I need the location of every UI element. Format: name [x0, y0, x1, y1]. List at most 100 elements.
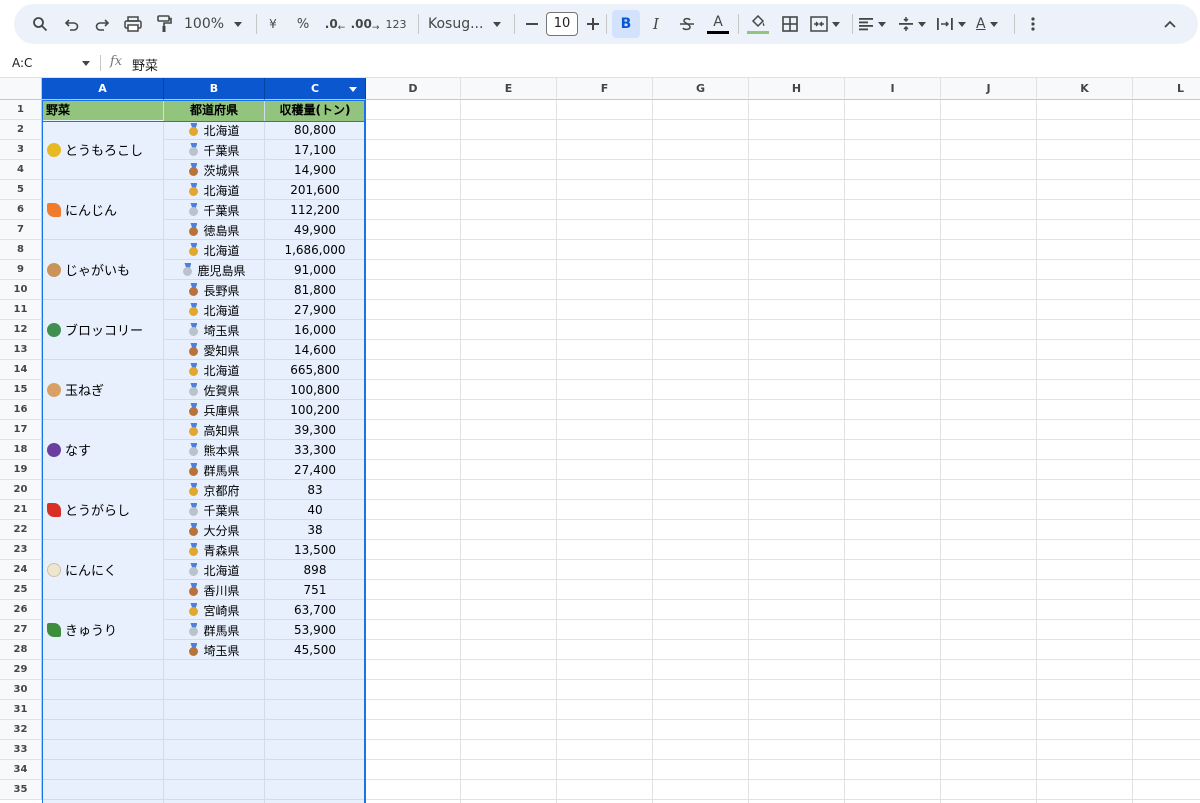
- prefecture-cell[interactable]: 鹿児島県: [164, 260, 264, 280]
- prefecture-cell[interactable]: 北海道: [164, 360, 264, 380]
- row-header[interactable]: 20: [0, 480, 42, 500]
- vegetable-cell[interactable]: きゅうり: [42, 600, 163, 659]
- row-header[interactable]: 34: [0, 760, 42, 780]
- harvest-value-cell[interactable]: 14,900: [265, 160, 365, 180]
- harvest-value-cell[interactable]: 751: [265, 580, 365, 600]
- prefecture-cell[interactable]: 徳島県: [164, 220, 264, 240]
- column-header-h[interactable]: H: [749, 78, 845, 100]
- row-header[interactable]: 3: [0, 140, 42, 160]
- column-menu-arrow-icon[interactable]: [349, 87, 357, 92]
- row-header[interactable]: 35: [0, 780, 42, 800]
- harvest-value-cell[interactable]: 16,000: [265, 320, 365, 340]
- prefecture-cell[interactable]: 香川県: [164, 580, 264, 600]
- prefecture-cell[interactable]: 佐賀県: [164, 380, 264, 400]
- row-header[interactable]: 4: [0, 160, 42, 180]
- harvest-value-cell[interactable]: 81,800: [265, 280, 365, 300]
- vegetable-cell[interactable]: 玉ねぎ: [42, 360, 163, 419]
- horizontal-align-button[interactable]: [858, 10, 890, 38]
- header-cell-prefecture[interactable]: 都道府県: [164, 100, 264, 121]
- strikethrough-button[interactable]: [676, 10, 698, 38]
- prefecture-cell[interactable]: 青森県: [164, 540, 264, 560]
- column-header-a[interactable]: A: [42, 78, 164, 100]
- font-size-input[interactable]: 10: [546, 12, 578, 36]
- harvest-value-cell[interactable]: 201,600: [265, 180, 365, 200]
- paint-format-icon[interactable]: [154, 10, 174, 38]
- column-header-e[interactable]: E: [461, 78, 557, 100]
- harvest-value-cell[interactable]: 112,200: [265, 200, 365, 220]
- prefecture-cell[interactable]: 北海道: [164, 120, 264, 140]
- row-header[interactable]: 26: [0, 600, 42, 620]
- more-options-icon[interactable]: [1024, 10, 1042, 38]
- fill-color-button[interactable]: [746, 10, 770, 38]
- row-header[interactable]: 8: [0, 240, 42, 260]
- percent-format-button[interactable]: %: [294, 10, 312, 38]
- search-menus-icon[interactable]: [30, 10, 50, 38]
- row-header[interactable]: 29: [0, 660, 42, 680]
- row-header[interactable]: 23: [0, 540, 42, 560]
- harvest-value-cell[interactable]: 13,500: [265, 540, 365, 560]
- row-header[interactable]: 24: [0, 560, 42, 580]
- harvest-value-cell[interactable]: 53,900: [265, 620, 365, 640]
- harvest-value-cell[interactable]: 63,700: [265, 600, 365, 620]
- prefecture-cell[interactable]: 千葉県: [164, 500, 264, 520]
- harvest-value-cell[interactable]: 14,600: [265, 340, 365, 360]
- row-header[interactable]: 33: [0, 740, 42, 760]
- row-header[interactable]: 7: [0, 220, 42, 240]
- column-header-b[interactable]: B: [164, 78, 265, 100]
- harvest-value-cell[interactable]: 45,500: [265, 640, 365, 660]
- column-header-g[interactable]: G: [653, 78, 749, 100]
- row-header[interactable]: 11: [0, 300, 42, 320]
- row-header[interactable]: 15: [0, 380, 42, 400]
- vertical-align-button[interactable]: [898, 10, 930, 38]
- harvest-value-cell[interactable]: 33,300: [265, 440, 365, 460]
- prefecture-cell[interactable]: 埼玉県: [164, 320, 264, 340]
- increase-font-size-button[interactable]: [585, 10, 601, 38]
- harvest-value-cell[interactable]: 40: [265, 500, 365, 520]
- column-header-l[interactable]: L: [1133, 78, 1200, 100]
- harvest-value-cell[interactable]: 665,800: [265, 360, 365, 380]
- print-icon[interactable]: [122, 10, 144, 38]
- column-header-k[interactable]: K: [1037, 78, 1133, 100]
- borders-icon[interactable]: [780, 10, 800, 38]
- prefecture-cell[interactable]: 北海道: [164, 180, 264, 200]
- undo-icon[interactable]: [62, 10, 82, 38]
- row-header[interactable]: 13: [0, 340, 42, 360]
- italic-button[interactable]: I: [646, 10, 666, 38]
- row-header[interactable]: 5: [0, 180, 42, 200]
- prefecture-cell[interactable]: 大分県: [164, 520, 264, 540]
- harvest-value-cell[interactable]: 27,900: [265, 300, 365, 320]
- harvest-value-cell[interactable]: 27,400: [265, 460, 365, 480]
- prefecture-cell[interactable]: 長野県: [164, 280, 264, 300]
- row-header[interactable]: 30: [0, 680, 42, 700]
- prefecture-cell[interactable]: 宮崎県: [164, 600, 264, 620]
- zoom-select[interactable]: 100%: [184, 10, 246, 38]
- prefecture-cell[interactable]: 兵庫県: [164, 400, 264, 420]
- decrease-decimal-button[interactable]: .0 ←: [322, 10, 348, 38]
- column-header-i[interactable]: I: [845, 78, 941, 100]
- name-box[interactable]: A:C: [0, 51, 100, 75]
- harvest-value-cell[interactable]: 1,686,000: [265, 240, 365, 260]
- vegetable-cell[interactable]: とうがらし: [42, 480, 163, 539]
- vegetable-cell[interactable]: とうもろこし: [42, 120, 163, 179]
- row-header[interactable]: 9: [0, 260, 42, 280]
- row-header[interactable]: 25: [0, 580, 42, 600]
- harvest-value-cell[interactable]: 38: [265, 520, 365, 540]
- row-header[interactable]: 16: [0, 400, 42, 420]
- more-formats-button[interactable]: 123: [384, 10, 408, 38]
- decrease-font-size-button[interactable]: [524, 10, 540, 38]
- row-header[interactable]: 6: [0, 200, 42, 220]
- font-family-select[interactable]: Kosug...: [428, 10, 504, 38]
- row-header[interactable]: 10: [0, 280, 42, 300]
- collapse-toolbar-icon[interactable]: [1160, 10, 1180, 38]
- prefecture-cell[interactable]: 京都府: [164, 480, 264, 500]
- harvest-value-cell[interactable]: 91,000: [265, 260, 365, 280]
- formula-input[interactable]: 野菜: [132, 55, 158, 74]
- row-header[interactable]: 2: [0, 120, 42, 140]
- bold-button[interactable]: B: [612, 10, 640, 38]
- prefecture-cell[interactable]: 北海道: [164, 300, 264, 320]
- text-color-button[interactable]: A: [706, 10, 730, 38]
- vegetable-cell[interactable]: なす: [42, 420, 163, 479]
- column-header-j[interactable]: J: [941, 78, 1037, 100]
- row-header[interactable]: 28: [0, 640, 42, 660]
- prefecture-cell[interactable]: 熊本県: [164, 440, 264, 460]
